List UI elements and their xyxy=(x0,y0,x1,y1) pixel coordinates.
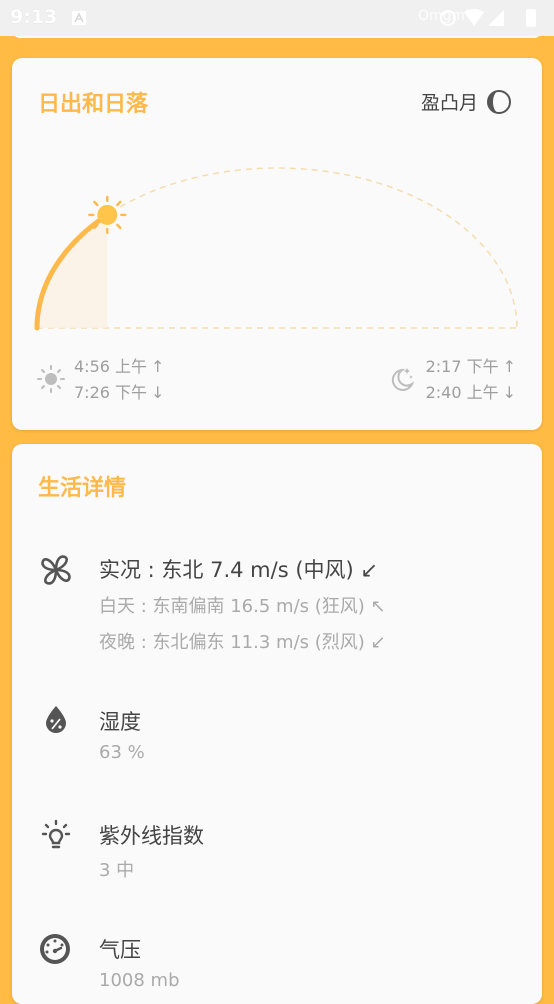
status-carrier: Omgm³ xyxy=(418,8,471,24)
water-drop-percent-icon xyxy=(46,706,66,733)
status-time: 9:13 xyxy=(10,6,58,28)
sun-times: 4:56 上午 ↑ 7:26 下午 ↓ xyxy=(74,354,164,406)
status-bar: 9:13 Omgm³ xyxy=(0,0,554,36)
app-notification-icon xyxy=(72,11,86,25)
sun-icon xyxy=(37,365,65,393)
wind-night: 夜晚 : 东北偏东 11.3 m/s (烈风) ↙ xyxy=(99,632,386,653)
humidity-label: 湿度 xyxy=(99,710,141,734)
lightbulb-icon xyxy=(41,819,71,849)
status-icons: Omgm³ xyxy=(418,6,546,30)
gauge-icon xyxy=(40,934,70,964)
sunrise-time: 4:56 上午 xyxy=(74,357,148,376)
wind-current: 实况 : 东北 7.4 m/s (中风) ↙ xyxy=(99,558,378,582)
moonrise-time: 2:17 下午 xyxy=(425,357,499,376)
sun-arc-path xyxy=(36,167,518,329)
moon-stars-icon xyxy=(391,368,415,391)
pressure-label: 气压 xyxy=(99,938,141,962)
uv-label: 紫外线指数 xyxy=(99,824,204,848)
sun-moon-card: 日出和日落 盈凸月 4:56 上午 ↑ 7:26 下午 ↓ 2:17 下午 ↑ … xyxy=(12,58,542,430)
uv-value: 3 中 xyxy=(99,860,135,881)
sun-traveled-area xyxy=(37,214,108,328)
moonrise-arrow: ↑ xyxy=(502,357,516,376)
moonset-arrow: ↓ xyxy=(502,383,516,402)
rise-arrow: ↑ xyxy=(151,357,165,376)
wind-day: 白天 : 东南偏南 16.5 m/s (狂风) ↖ xyxy=(99,596,386,617)
sunset-time: 7:26 下午 xyxy=(74,383,148,402)
pressure-value: 1008 mb xyxy=(99,970,180,991)
life-card-title: 生活详情 xyxy=(38,476,127,501)
sun-path-chart xyxy=(34,167,518,331)
life-details-card: 生活详情 实况 : 东北 7.4 m/s (中风) ↙ 白天 : 东南偏南 16… xyxy=(12,444,542,1004)
humidity-value: 63 % xyxy=(99,742,145,763)
moon-times: 2:17 下午 ↑ 2:40 上午 ↓ xyxy=(426,354,516,406)
set-arrow: ↓ xyxy=(151,383,165,402)
fan-icon xyxy=(41,555,71,585)
moonset-time: 2:40 上午 xyxy=(425,383,499,402)
